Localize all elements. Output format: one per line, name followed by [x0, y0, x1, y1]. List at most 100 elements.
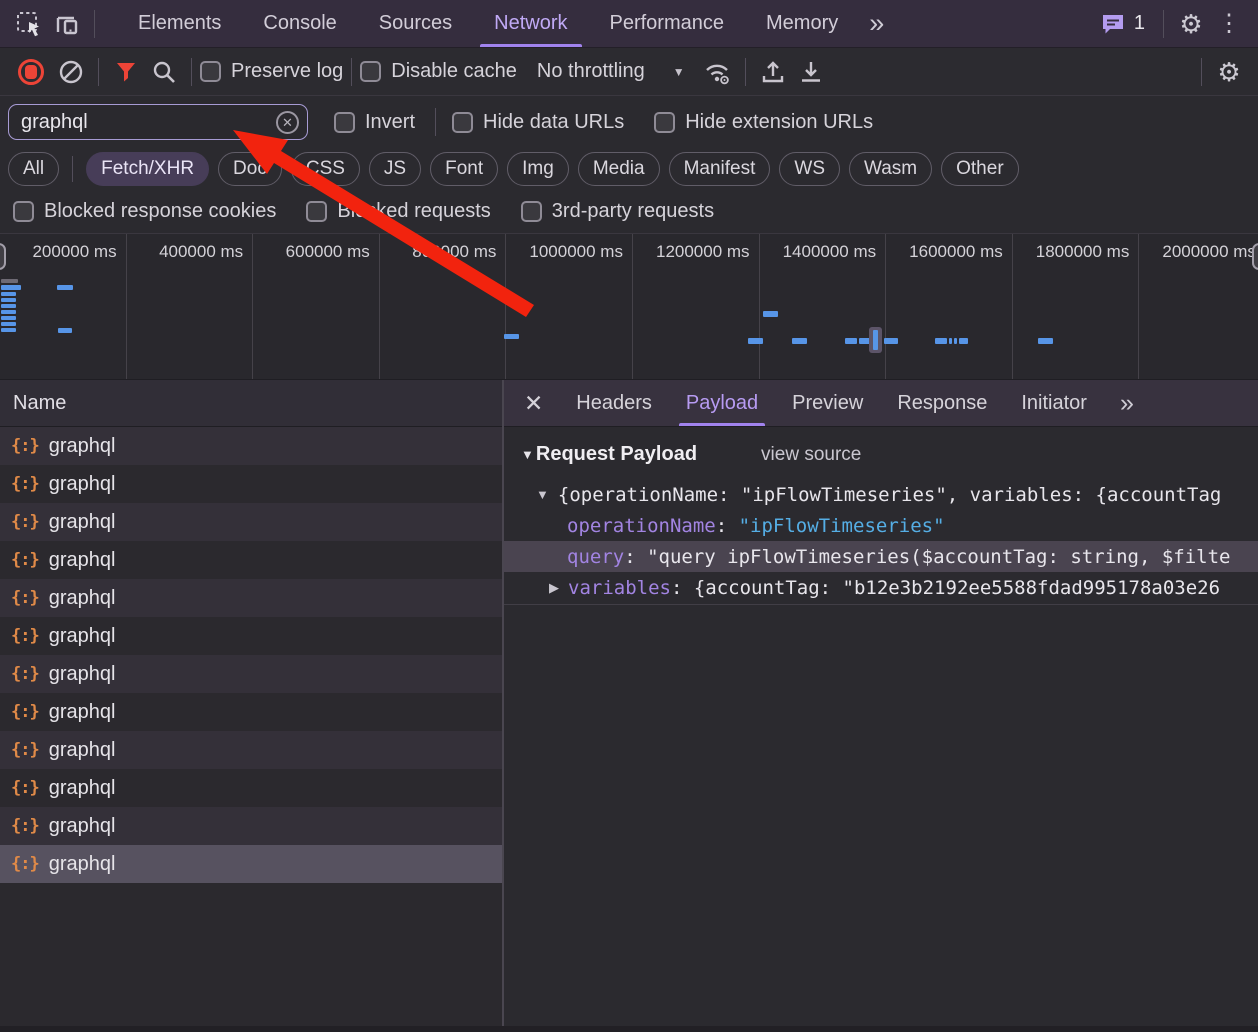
- payload-line[interactable]: ▼{operationName: "ipFlowTimeseries", var…: [504, 479, 1258, 510]
- chip-manifest[interactable]: Manifest: [669, 152, 771, 186]
- chip-media[interactable]: Media: [578, 152, 660, 186]
- more-panels-button[interactable]: »: [859, 10, 894, 37]
- search-icon: [151, 59, 177, 85]
- request-row[interactable]: {:}graphql: [0, 769, 502, 807]
- network-toolbar: Preserve log Disable cache No throttling…: [0, 48, 1258, 96]
- chip-all[interactable]: All: [8, 152, 59, 186]
- detail-tab-bar: ✕ HeadersPayloadPreviewResponseInitiator…: [504, 380, 1258, 427]
- section-collapse-caret-icon[interactable]: ▼: [521, 447, 534, 462]
- close-details-button[interactable]: ✕: [508, 392, 559, 415]
- name-column-header[interactable]: Name: [0, 380, 502, 427]
- checkbox-icon: [13, 201, 34, 222]
- payload-section-title: Request Payload: [536, 443, 697, 466]
- throttling-dropdown[interactable]: No throttling ▼: [537, 60, 685, 83]
- checkbox-icon: [452, 112, 473, 133]
- filter-input[interactable]: [21, 111, 276, 134]
- chip-other[interactable]: Other: [941, 152, 1019, 186]
- double-chevron-icon: »: [1120, 389, 1134, 417]
- search-button[interactable]: [145, 53, 183, 91]
- request-row[interactable]: {:}graphql: [0, 693, 502, 731]
- chip-js[interactable]: JS: [369, 152, 421, 186]
- checkbox-label: Blocked response cookies: [44, 200, 276, 223]
- request-row[interactable]: {:}graphql: [0, 655, 502, 693]
- tab-memory[interactable]: Memory: [745, 0, 859, 47]
- request-row[interactable]: {:}graphql: [0, 731, 502, 769]
- request-row[interactable]: {:}graphql: [0, 503, 502, 541]
- filter-input-box: ✕: [8, 104, 308, 140]
- chip-fetch-xhr[interactable]: Fetch/XHR: [86, 152, 209, 186]
- network-overview[interactable]: 200000 ms400000 ms600000 ms800000 ms1000…: [0, 234, 1258, 380]
- checkbox-blocked-requests[interactable]: Blocked requests: [306, 200, 490, 223]
- request-row[interactable]: {:}graphql: [0, 541, 502, 579]
- payload-line[interactable]: operationName: "ipFlowTimeseries": [504, 510, 1258, 541]
- tab-performance[interactable]: Performance: [589, 0, 746, 47]
- device-toolbar-button[interactable]: [48, 5, 86, 43]
- request-list: {:}graphql{:}graphql{:}graphql{:}graphql…: [0, 427, 502, 883]
- settings-button[interactable]: ⚙: [1172, 5, 1210, 43]
- chip-img[interactable]: Img: [507, 152, 569, 186]
- detail-tab-response[interactable]: Response: [880, 380, 1004, 426]
- throttling-value: No throttling: [537, 60, 645, 83]
- export-har-button[interactable]: [792, 53, 830, 91]
- divider: [435, 108, 436, 136]
- divider: [191, 58, 192, 86]
- tree-expanded-caret-icon[interactable]: ▼: [536, 487, 549, 502]
- overview-column: 600000 ms: [253, 234, 380, 379]
- detail-tab-payload[interactable]: Payload: [669, 380, 775, 426]
- chip-wasm[interactable]: Wasm: [849, 152, 932, 186]
- request-row[interactable]: {:}graphql: [0, 845, 502, 883]
- overview-tick-label: 800000 ms: [380, 234, 506, 262]
- import-har-button[interactable]: [754, 53, 792, 91]
- hide-data-urls-checkbox[interactable]: Hide data URLs: [452, 111, 624, 134]
- checkbox-3rd-party-requests[interactable]: 3rd-party requests: [521, 200, 714, 223]
- tab-sources[interactable]: Sources: [358, 0, 473, 47]
- clear-network-log-button[interactable]: [52, 53, 90, 91]
- network-conditions-button[interactable]: [699, 53, 737, 91]
- overview-tick-label: 400000 ms: [127, 234, 253, 262]
- detail-tab-preview[interactable]: Preview: [775, 380, 880, 426]
- request-row[interactable]: {:}graphql: [0, 807, 502, 845]
- filter-toggle-button[interactable]: [107, 53, 145, 91]
- xhr-braces-icon: {:}: [11, 626, 39, 646]
- overview-right-handle[interactable]: [1252, 243, 1258, 270]
- tab-network[interactable]: Network: [473, 0, 588, 47]
- customize-menu-button[interactable]: ⋮: [1210, 5, 1248, 43]
- request-row[interactable]: {:}graphql: [0, 427, 502, 465]
- preserve-log-checkbox[interactable]: Preserve log: [200, 60, 343, 83]
- detail-tab-headers[interactable]: Headers: [559, 380, 669, 426]
- hide-extension-urls-checkbox[interactable]: Hide extension URLs: [654, 111, 873, 134]
- chip-doc[interactable]: Doc: [218, 152, 282, 186]
- disable-cache-checkbox[interactable]: Disable cache: [360, 60, 517, 83]
- chip-font[interactable]: Font: [430, 152, 498, 186]
- tab-elements[interactable]: Elements: [117, 0, 242, 47]
- hide-extension-urls-label: Hide extension URLs: [685, 111, 873, 134]
- request-row[interactable]: {:}graphql: [0, 579, 502, 617]
- invert-checkbox[interactable]: Invert: [334, 111, 415, 134]
- network-settings-button[interactable]: ⚙: [1210, 53, 1248, 91]
- record-network-log-button[interactable]: [18, 59, 44, 85]
- xhr-braces-icon: {:}: [11, 816, 39, 836]
- view-source-link[interactable]: view source: [761, 444, 861, 466]
- payload-plain-text: "query ipFlowTimeseries($accountTag: str…: [647, 546, 1230, 568]
- window-bottom-edge: [0, 1026, 1258, 1032]
- payload-line[interactable]: query: "query ipFlowTimeseries($accountT…: [504, 541, 1258, 572]
- overview-tick-label: 200000 ms: [0, 234, 126, 262]
- request-row[interactable]: {:}graphql: [0, 465, 502, 503]
- tree-collapsed-caret-icon[interactable]: ▶: [549, 580, 559, 596]
- chip-ws[interactable]: WS: [779, 152, 840, 186]
- inspect-element-button[interactable]: [10, 5, 48, 43]
- tab-console[interactable]: Console: [242, 0, 357, 47]
- chip-css[interactable]: CSS: [291, 152, 360, 186]
- console-messages-button[interactable]: 1: [1090, 12, 1155, 36]
- selected-request-marker-bar: [873, 330, 878, 350]
- overview-left-handle[interactable]: [0, 243, 6, 270]
- disable-cache-label: Disable cache: [391, 60, 517, 83]
- detail-tab-strip: HeadersPayloadPreviewResponseInitiator: [559, 380, 1104, 426]
- more-detail-tabs-button[interactable]: »: [1110, 391, 1144, 416]
- checkbox-blocked-response-cookies[interactable]: Blocked response cookies: [13, 200, 276, 223]
- detail-tab-initiator[interactable]: Initiator: [1004, 380, 1104, 426]
- payload-line[interactable]: ▶variables: {accountTag: "b12e3b2192ee55…: [504, 572, 1258, 603]
- request-row[interactable]: {:}graphql: [0, 617, 502, 655]
- clear-filter-icon[interactable]: ✕: [276, 111, 299, 134]
- overview-tick-label: 600000 ms: [253, 234, 379, 262]
